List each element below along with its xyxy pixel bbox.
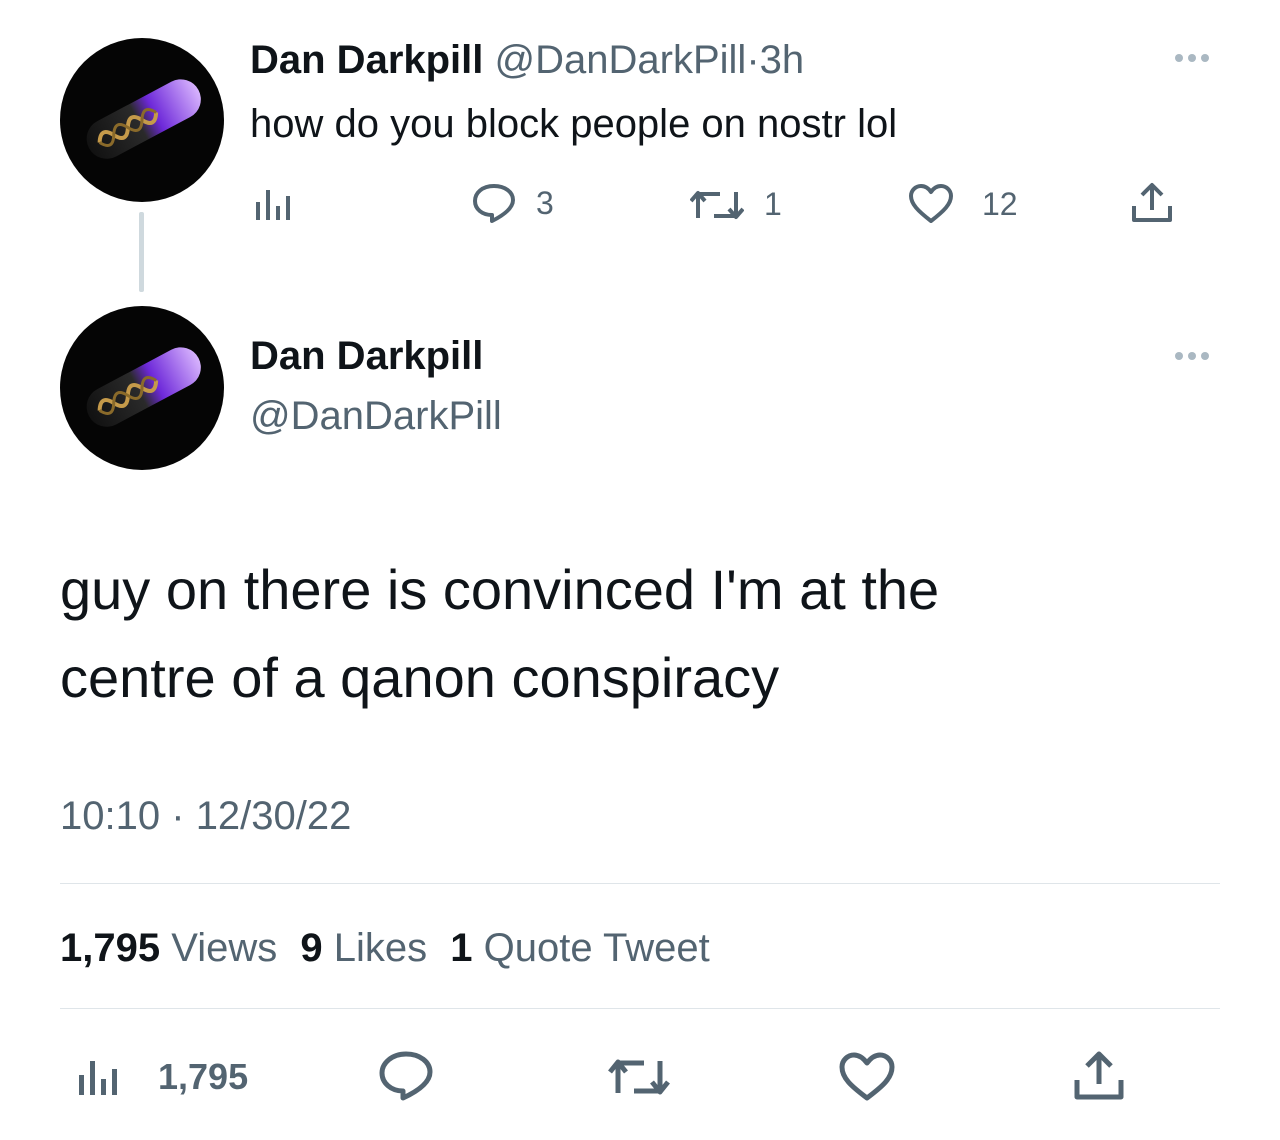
separator: ·	[171, 794, 185, 838]
share-icon	[1074, 1051, 1124, 1100]
views-stat[interactable]: 1,795 Views	[60, 926, 277, 970]
divider	[60, 1008, 1220, 1009]
like-button[interactable]	[838, 1052, 896, 1102]
analytics-button[interactable]	[253, 186, 295, 222]
author-name[interactable]: Dan Darkpill	[250, 38, 483, 82]
share-button[interactable]	[1072, 1050, 1126, 1102]
analytics-button[interactable]: 1,795	[76, 1056, 248, 1098]
tweet-text-line: guy on there is convinced I'm at the	[60, 558, 940, 621]
retweet-button[interactable]: 1	[690, 186, 782, 223]
more-icon[interactable]	[1175, 352, 1209, 360]
quotes-label: Quote Tweet	[483, 926, 710, 970]
analytics-icon	[79, 1061, 117, 1095]
tweet-text: guy on there is convinced I'm at the cen…	[60, 546, 939, 722]
like-icon	[909, 184, 953, 223]
author-handle[interactable]: @DanDarkPill	[250, 392, 502, 440]
tweet-time: 10:10	[60, 794, 161, 838]
reply-tweet-header: Dan Darkpill @DanDarkPill·3h	[250, 36, 804, 84]
avatar[interactable]	[60, 306, 224, 470]
tweet-timestamp[interactable]: 10:10 · 12/30/22	[60, 792, 351, 840]
like-button[interactable]: 12	[908, 184, 1018, 224]
share-icon	[1132, 183, 1172, 222]
separator: ·	[746, 38, 760, 82]
analytics-icon	[256, 190, 290, 220]
reply-icon	[379, 1051, 433, 1101]
likes-stat[interactable]: 9 Likes	[300, 926, 427, 970]
share-button[interactable]	[1130, 182, 1174, 224]
retweet-icon	[608, 1059, 670, 1095]
thread-line	[139, 212, 144, 292]
reply-tweet-text: how do you block people on nostr lol	[250, 102, 898, 146]
reply-button[interactable]: 3	[472, 182, 554, 224]
author-handle[interactable]: @DanDarkPill	[495, 38, 747, 82]
tweet-text-line: centre of a qanon conspiracy	[60, 646, 780, 709]
tweet-date: 12/30/22	[195, 794, 352, 838]
divider	[60, 883, 1220, 884]
likes-count: 9	[300, 926, 323, 970]
avatar[interactable]	[60, 38, 224, 202]
quotes-count: 1	[450, 926, 473, 970]
likes-label: Likes	[333, 926, 428, 970]
quotes-stat[interactable]: 1 Quote Tweet	[450, 926, 709, 970]
retweet-count: 1	[764, 186, 782, 222]
like-icon	[839, 1052, 895, 1101]
reply-button[interactable]	[378, 1050, 434, 1102]
reply-count: 3	[536, 184, 554, 221]
tweet-stats: 1,795 Views 9 Likes 1 Quote Tweet	[60, 924, 710, 972]
more-icon[interactable]	[1175, 54, 1209, 62]
views-count: 1,795	[158, 1056, 249, 1097]
reply-icon	[473, 184, 515, 223]
author-name[interactable]: Dan Darkpill	[250, 332, 483, 380]
views-count: 1,795	[60, 926, 161, 970]
retweet-icon	[690, 190, 744, 219]
like-count: 12	[982, 185, 1018, 222]
retweet-button[interactable]	[608, 1056, 670, 1098]
views-label: Views	[171, 926, 278, 970]
time-ago[interactable]: 3h	[760, 38, 805, 82]
